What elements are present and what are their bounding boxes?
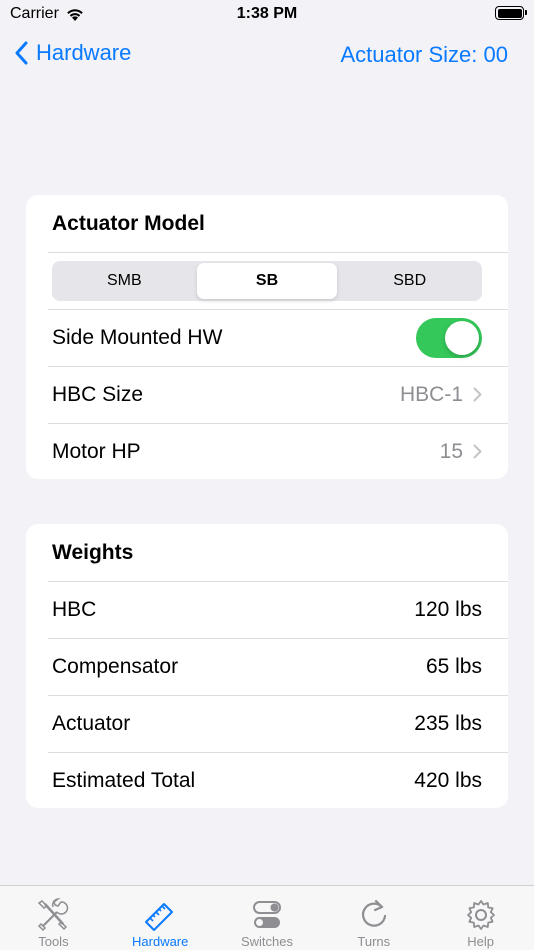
weights-title: Weights	[52, 540, 134, 564]
hbc-size-label: HBC Size	[52, 382, 144, 406]
weight-value: 65 lbs	[425, 654, 482, 678]
weight-label: Compensator	[52, 654, 179, 678]
tab-label: Help	[467, 934, 494, 949]
weight-row-hbc: HBC 120 lbs	[26, 581, 508, 638]
hbc-size-row[interactable]: HBC Size HBC-1	[26, 366, 508, 423]
tab-hardware[interactable]: Hardware	[107, 886, 214, 950]
chevron-left-icon	[15, 41, 28, 65]
motor-hp-row[interactable]: Motor HP 15	[26, 423, 508, 479]
turns-icon	[361, 899, 386, 927]
model-segmented-control: SMB SB SBD	[52, 261, 482, 301]
motor-hp-value-wrap: 15	[440, 440, 482, 464]
weights-header: Weights	[26, 524, 508, 581]
chevron-right-icon	[473, 444, 482, 459]
back-label: Hardware	[36, 40, 132, 65]
status-bar: Carrier 1:38 PM	[0, 0, 534, 30]
weight-row-actuator: Actuator 235 lbs	[26, 695, 508, 752]
toggle-knob	[445, 320, 479, 355]
back-button[interactable]: Hardware	[14, 40, 131, 66]
tools-icon	[38, 898, 69, 932]
segment-sb[interactable]: SB	[196, 263, 338, 299]
battery-icon	[495, 6, 527, 20]
side-mounted-toggle[interactable]	[416, 317, 482, 358]
hbc-size-value-wrap: HBC-1	[400, 383, 482, 407]
tab-tools[interactable]: Tools	[0, 886, 107, 950]
tab-label: Switches	[240, 934, 293, 949]
weight-value: 120 lbs	[414, 597, 482, 621]
actuator-model-title: Actuator Model	[52, 211, 205, 235]
weights-card: Weights HBC 120 lbs Compensator 65 lbs A…	[26, 524, 508, 808]
nav-bar: Hardware Actuator Size: 00	[0, 30, 534, 80]
chevron-right-icon	[473, 387, 482, 402]
actuator-model-header: Actuator Model	[26, 195, 508, 252]
tab-label: Hardware	[132, 934, 189, 949]
ruler-icon	[145, 903, 174, 931]
weight-value: 420 lbs	[414, 768, 482, 792]
tab-switches[interactable]: Switches	[214, 886, 321, 950]
tab-label: Turns	[357, 934, 391, 949]
status-time: 1:38 PM	[236, 5, 298, 22]
tab-bar: Tools Hardware Switches Turns Help	[0, 885, 534, 950]
motor-hp-value: 15	[439, 439, 463, 463]
gear-icon	[466, 900, 495, 930]
hbc-size-value: HBC-1	[399, 382, 463, 406]
weight-label: HBC	[52, 597, 97, 621]
side-mounted-label: Side Mounted HW	[52, 325, 223, 349]
switches-icon	[252, 901, 281, 928]
tab-help[interactable]: Help	[427, 886, 534, 950]
weight-label: Estimated Total	[52, 768, 196, 792]
segment-sbd[interactable]: SBD	[339, 263, 480, 299]
weight-value: 235 lbs	[414, 711, 482, 735]
actuator-size-button[interactable]: Actuator Size: 00	[340, 42, 508, 68]
side-mounted-row: Side Mounted HW	[26, 309, 508, 366]
segment-smb[interactable]: SMB	[54, 263, 195, 299]
motor-hp-label: Motor HP	[52, 439, 141, 463]
weight-row-total: Estimated Total 420 lbs	[26, 752, 508, 808]
weight-row-compensator: Compensator 65 lbs	[26, 638, 508, 695]
tab-label: Tools	[38, 934, 69, 949]
actuator-model-card: Actuator Model SMB SB SBD Side Mounted H…	[26, 195, 508, 479]
model-segmented-control-wrap: SMB SB SBD	[26, 252, 508, 309]
weight-label: Actuator	[52, 711, 131, 735]
tab-turns[interactable]: Turns	[320, 886, 427, 950]
